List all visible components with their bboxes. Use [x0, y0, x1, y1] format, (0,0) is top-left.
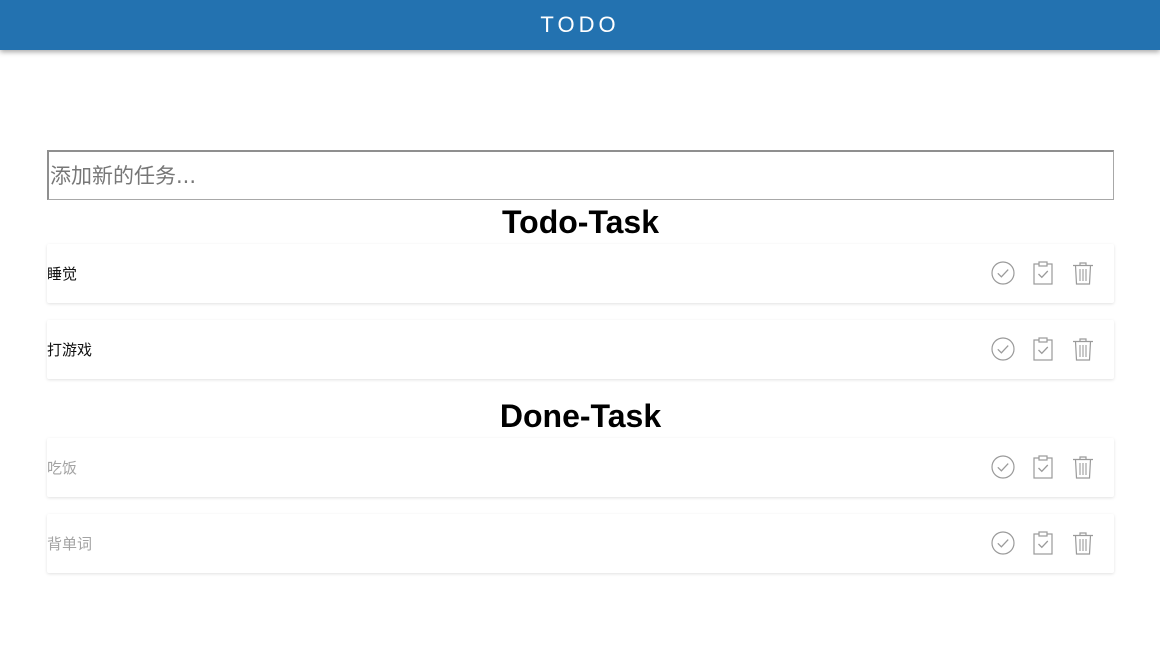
app-title: TODO: [540, 12, 620, 37]
task-text: 打游戏: [47, 341, 93, 359]
clipboard-check-icon[interactable]: [1031, 531, 1055, 555]
new-task-input[interactable]: [47, 150, 1114, 200]
done-section-title: Done-Task: [499, 398, 662, 434]
check-circle-icon[interactable]: [991, 455, 1015, 479]
todo-list: 睡觉 打游戏: [47, 244, 1114, 379]
clipboard-check-icon[interactable]: [1031, 261, 1055, 285]
clipboard-check-icon[interactable]: [1031, 337, 1055, 361]
app-header: TODO: [0, 0, 1160, 50]
main-content: Todo-Task 睡觉 打游戏: [47, 150, 1114, 590]
task-actions: [991, 337, 1095, 361]
todo-app: TODO Todo-Task 睡觉: [0, 0, 1160, 654]
task-actions: [991, 455, 1095, 479]
check-circle-icon[interactable]: [991, 337, 1015, 361]
todo-item: 打游戏: [47, 320, 1114, 379]
task-text: 吃饭: [47, 459, 78, 477]
done-item: 吃饭: [47, 438, 1114, 497]
done-item: 背单词: [47, 514, 1114, 573]
check-circle-icon[interactable]: [991, 531, 1015, 555]
task-text: 背单词: [47, 535, 93, 553]
trash-icon[interactable]: [1071, 455, 1095, 479]
todo-item: 睡觉: [47, 244, 1114, 303]
check-circle-icon[interactable]: [991, 261, 1015, 285]
todo-section-title: Todo-Task: [501, 204, 660, 240]
done-list: 吃饭 背单词: [47, 438, 1114, 573]
task-actions: [991, 261, 1095, 285]
task-text: 睡觉: [47, 265, 78, 283]
clipboard-check-icon[interactable]: [1031, 455, 1055, 479]
trash-icon[interactable]: [1071, 531, 1095, 555]
trash-icon[interactable]: [1071, 261, 1095, 285]
trash-icon[interactable]: [1071, 337, 1095, 361]
task-actions: [991, 531, 1095, 555]
